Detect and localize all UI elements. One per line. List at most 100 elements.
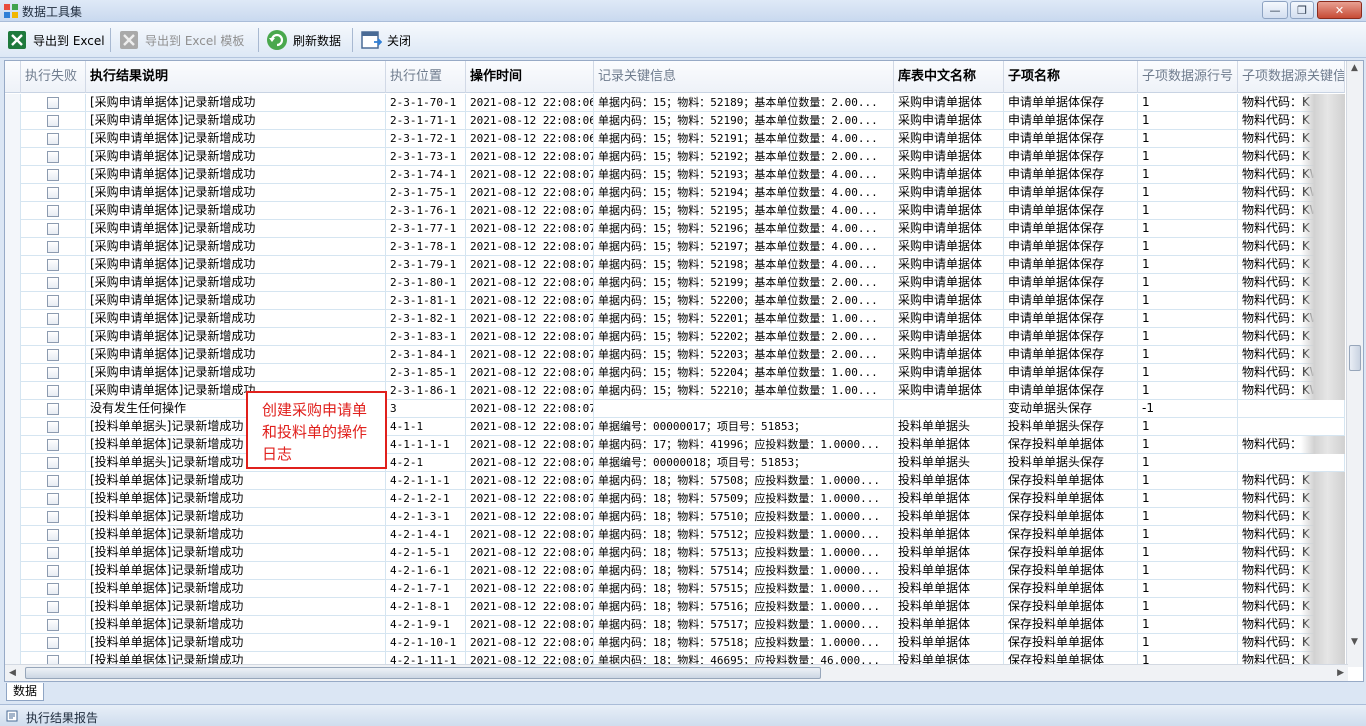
table-row[interactable]: [采购申请单据体]记录新增成功 2-3-1-72-1 2021-08-12 22:0…	[5, 130, 1345, 148]
failed-checkbox[interactable]	[47, 151, 59, 163]
col-header-failed[interactable]: 执行失败	[21, 61, 86, 93]
time-cell[interactable]: 2021-08-12 22:08:07	[466, 184, 594, 202]
failed-checkbox[interactable]	[47, 115, 59, 127]
subitem-cell[interactable]: 保存投料单单据体	[1004, 436, 1138, 454]
row-header[interactable]	[5, 274, 21, 292]
table-name-cell[interactable]: 采购申请单据体	[894, 238, 1004, 256]
row-header[interactable]	[5, 418, 21, 436]
table-row[interactable]: [采购申请单据体]记录新增成功 2-3-1-78-1 2021-08-12 22:0…	[5, 238, 1345, 256]
table-name-cell[interactable]: 采购申请单据体	[894, 346, 1004, 364]
key-info-cell[interactable]: 单据内码：18；物料：57512；应投料数量：1.0000...	[594, 526, 894, 544]
source-row-cell[interactable]: 1	[1138, 616, 1238, 634]
result-cell[interactable]: [采购申请单据体]记录新增成功	[86, 94, 386, 112]
table-row[interactable]: [投料单单据体]记录新增成功 4-2-1-9-1 2021-08-12 22:08:…	[5, 616, 1345, 634]
time-cell[interactable]: 2021-08-12 22:08:06	[466, 130, 594, 148]
table-name-cell[interactable]: 投料单单据体	[894, 544, 1004, 562]
subitem-cell[interactable]: 保存投料单单据体	[1004, 490, 1138, 508]
table-row[interactable]: [投料单单据头]记录新增成功 4-1-1 2021-08-12 22:08:07 单据…	[5, 418, 1345, 436]
scroll-up-icon[interactable]: ▲	[1351, 63, 1358, 73]
subitem-cell[interactable]: 申请单单据体保存	[1004, 346, 1138, 364]
source-row-cell[interactable]: 1	[1138, 184, 1238, 202]
row-header[interactable]	[5, 256, 21, 274]
position-cell[interactable]: 4-2-1-6-1	[386, 562, 466, 580]
col-header-key-info[interactable]: 记录关键信息	[594, 61, 894, 93]
window-close-button[interactable]: ✕	[1317, 1, 1362, 19]
scroll-down-icon[interactable]: ▼	[1351, 637, 1358, 647]
col-header-source-row[interactable]: 子项数据源行号	[1138, 61, 1238, 93]
row-header[interactable]	[5, 328, 21, 346]
row-header[interactable]	[5, 598, 21, 616]
position-cell[interactable]: 2-3-1-77-1	[386, 220, 466, 238]
source-row-cell[interactable]: 1	[1138, 166, 1238, 184]
table-row[interactable]: [采购申请单据体]记录新增成功 2-3-1-77-1 2021-08-12 22:0…	[5, 220, 1345, 238]
failed-checkbox[interactable]	[47, 511, 59, 523]
key-info-cell[interactable]: 单据内码：15；物料：52198；基本单位数量：4.00...	[594, 256, 894, 274]
table-name-cell[interactable]: 投料单单据体	[894, 616, 1004, 634]
table-name-cell[interactable]: 投料单单据体	[894, 490, 1004, 508]
table-row[interactable]: [投料单单据体]记录新增成功 4-2-1-7-1 2021-08-12 22:08:…	[5, 580, 1345, 598]
time-cell[interactable]: 2021-08-12 22:08:07	[466, 418, 594, 436]
source-row-cell[interactable]: 1	[1138, 634, 1238, 652]
table-row[interactable]: [采购申请单据体]记录新增成功 2-3-1-83-1 2021-08-12 22:0…	[5, 328, 1345, 346]
subitem-cell[interactable]: 申请单单据体保存	[1004, 148, 1138, 166]
failed-checkbox[interactable]	[47, 457, 59, 469]
failed-checkbox[interactable]	[47, 565, 59, 577]
key-info-cell[interactable]: 单据内码：18；物料：57517；应投料数量：1.0000...	[594, 616, 894, 634]
position-cell[interactable]: 2-3-1-78-1	[386, 238, 466, 256]
key-info-cell[interactable]: 单据内码：15；物料：52190；基本单位数量：2.00...	[594, 112, 894, 130]
failed-checkbox[interactable]	[47, 367, 59, 379]
failed-checkbox[interactable]	[47, 637, 59, 649]
row-header[interactable]	[5, 382, 21, 400]
row-header[interactable]	[5, 472, 21, 490]
result-cell[interactable]: [投料单单据体]记录新增成功	[86, 472, 386, 490]
table-name-cell[interactable]: 采购申请单据体	[894, 364, 1004, 382]
key-info-cell[interactable]: 单据内码：15；物料：52194；基本单位数量：4.00...	[594, 184, 894, 202]
position-cell[interactable]: 4-2-1-8-1	[386, 598, 466, 616]
failed-checkbox[interactable]	[47, 241, 59, 253]
row-header[interactable]	[5, 184, 21, 202]
result-cell[interactable]: [投料单单据体]记录新增成功	[86, 598, 386, 616]
result-cell[interactable]: [采购申请单据体]记录新增成功	[86, 292, 386, 310]
time-cell[interactable]: 2021-08-12 22:08:07	[466, 580, 594, 598]
table-row[interactable]: [采购申请单据体]记录新增成功 2-3-1-79-1 2021-08-12 22:0…	[5, 256, 1345, 274]
key-info-cell[interactable]: 单据内码：17；物料：41996；应投料数量：1.0000...	[594, 436, 894, 454]
failed-checkbox[interactable]	[47, 421, 59, 433]
table-row[interactable]: [采购申请单据体]记录新增成功 2-3-1-73-1 2021-08-12 22:0…	[5, 148, 1345, 166]
source-row-cell[interactable]: 1	[1138, 292, 1238, 310]
position-cell[interactable]: 2-3-1-73-1	[386, 148, 466, 166]
key-info-cell[interactable]: 单据内码：18；物料：57515；应投料数量：1.0000...	[594, 580, 894, 598]
result-cell[interactable]: [投料单单据体]记录新增成功	[86, 634, 386, 652]
table-name-cell[interactable]: 投料单单据体	[894, 436, 1004, 454]
source-row-cell[interactable]: 1	[1138, 256, 1238, 274]
key-info-cell[interactable]: 单据内码：15；物料：52193；基本单位数量：4.00...	[594, 166, 894, 184]
position-cell[interactable]: 2-3-1-84-1	[386, 346, 466, 364]
source-row-cell[interactable]: 1	[1138, 598, 1238, 616]
table-name-cell[interactable]: 采购申请单据体	[894, 274, 1004, 292]
time-cell[interactable]: 2021-08-12 22:08:07	[466, 382, 594, 400]
table-name-cell[interactable]: 投料单单据体	[894, 634, 1004, 652]
row-header[interactable]	[5, 544, 21, 562]
position-cell[interactable]: 2-3-1-75-1	[386, 184, 466, 202]
position-cell[interactable]: 2-3-1-83-1	[386, 328, 466, 346]
subitem-cell[interactable]: 保存投料单单据体	[1004, 616, 1138, 634]
table-row[interactable]: 没有发生任何操作 3 2021-08-12 22:08:07 变动单据头保存 -1	[5, 400, 1345, 418]
result-cell[interactable]: [采购申请单据体]记录新增成功	[86, 364, 386, 382]
subitem-cell[interactable]: 申请单单据体保存	[1004, 310, 1138, 328]
col-header-source-key[interactable]: 子项数据源关键信息	[1238, 61, 1345, 93]
table-name-cell[interactable]: 采购申请单据体	[894, 382, 1004, 400]
failed-checkbox[interactable]	[47, 475, 59, 487]
row-header[interactable]	[5, 508, 21, 526]
table-row[interactable]: [投料单单据体]记录新增成功 4-2-1-2-1 2021-08-12 22:08:…	[5, 490, 1345, 508]
time-cell[interactable]: 2021-08-12 22:08:07	[466, 274, 594, 292]
source-row-cell[interactable]: 1	[1138, 328, 1238, 346]
table-name-cell[interactable]: 采购申请单据体	[894, 112, 1004, 130]
subitem-cell[interactable]: 保存投料单单据体	[1004, 472, 1138, 490]
source-row-cell[interactable]: -1	[1138, 400, 1238, 418]
subitem-cell[interactable]: 申请单单据体保存	[1004, 202, 1138, 220]
position-cell[interactable]: 2-3-1-81-1	[386, 292, 466, 310]
failed-checkbox[interactable]	[47, 601, 59, 613]
table-row[interactable]: [投料单单据头]记录新增成功 4-2-1 2021-08-12 22:08:07 单据…	[5, 454, 1345, 472]
table-name-cell[interactable]: 采购申请单据体	[894, 94, 1004, 112]
source-key-cell[interactable]	[1238, 454, 1345, 472]
subitem-cell[interactable]: 申请单单据体保存	[1004, 130, 1138, 148]
